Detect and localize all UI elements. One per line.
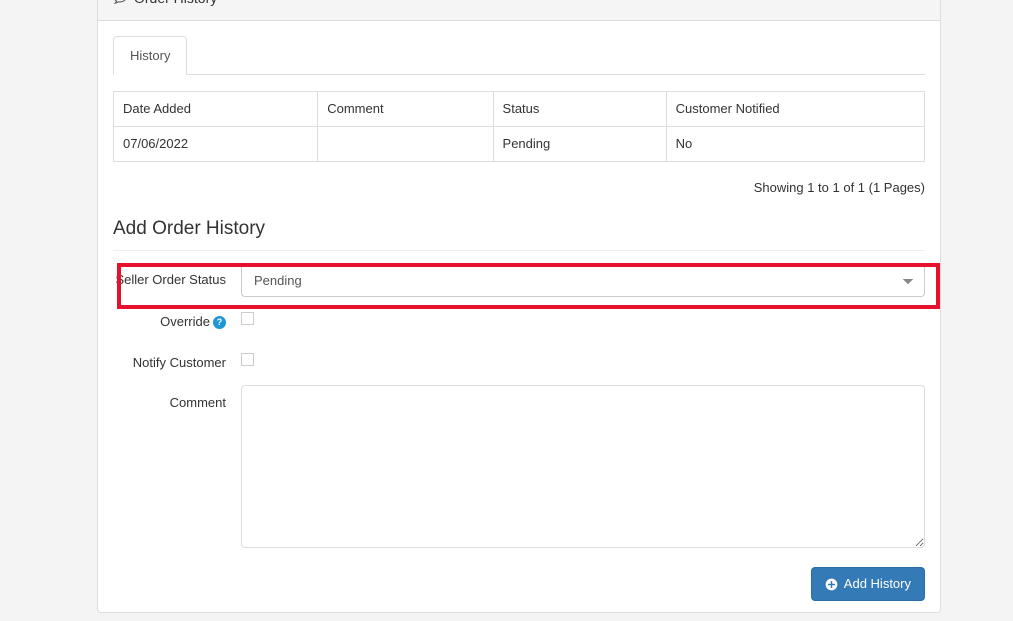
add-history-button-label: Add History [843,576,911,592]
table-row: 07/06/2022 Pending No [112,126,926,163]
override-label: Override? [113,303,241,331]
comment-label: Comment [169,395,226,411]
override-checkbox[interactable] [241,312,254,326]
override-label-text: Override [160,314,210,330]
tab-history[interactable]: History [113,35,188,75]
tab-content-history: Date Added Comment Status Customer Notif… [112,75,926,196]
column-header-comment: Comment [317,90,494,128]
pagination-results: Showing 1 to 1 of 1 (1 Pages) [753,180,925,196]
plus-circle-icon [825,578,838,591]
form-row-notify-customer: Notify Customer [113,344,925,385]
panel-title-text: Order History [134,0,217,5]
order-history-table: Date Added Comment Status Customer Notif… [112,90,926,163]
table-header-row: Date Added Comment Status Customer Notif… [112,90,926,128]
tab-list: History [113,35,925,75]
form-footer: Add History [113,551,925,602]
panel-heading: Order History [98,0,940,21]
notify-customer-checkbox[interactable] [241,353,254,367]
seller-order-status-label: Seller Order Status [115,272,226,288]
column-header-date-added: Date Added [112,90,319,128]
add-order-history-title: Add Order History [113,218,925,252]
add-history-button[interactable]: Add History [810,567,925,602]
page-title: Order History [113,0,217,5]
cell-customer-notified: No [665,126,926,163]
order-history-panel: Order History History Date Added Comment… [97,0,941,613]
notify-customer-label: Notify Customer [132,355,226,371]
cell-comment [317,126,494,163]
comment-icon [113,0,127,6]
column-header-customer-notified: Customer Notified [665,90,926,128]
panel-body: History Date Added Comment Status Custom… [98,21,940,616]
column-header-status: Status [492,90,667,128]
comment-textarea[interactable] [241,385,925,549]
form-row-override: Override? [113,303,925,344]
cell-status: Pending [492,126,667,163]
seller-order-status-select[interactable]: Pending [241,263,925,298]
form-row-seller-order-status: Seller Order Status Pending [113,257,925,303]
add-order-history-form: Seller Order Status Pending Override? No… [113,251,940,602]
cell-date-added: 07/06/2022 [112,126,319,163]
question-circle-icon[interactable]: ? [213,316,226,330]
form-row-comment: Comment [113,385,925,551]
